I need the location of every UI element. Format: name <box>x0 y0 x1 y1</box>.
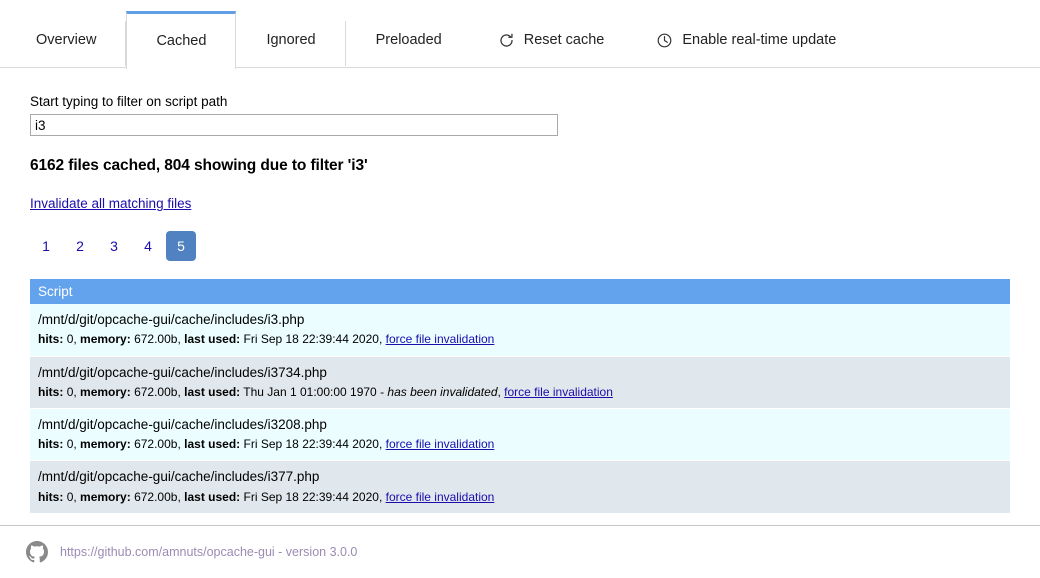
page-link-5[interactable]: 5 <box>166 231 196 262</box>
tab-enable-realtime-update-label: Enable real-time update <box>682 32 837 49</box>
script-meta: hits: 0, memory: 672.00b, last used: Fri… <box>38 437 495 452</box>
hits-value: 0 <box>66 384 74 399</box>
tab-ignored[interactable]: Ignored <box>236 13 346 68</box>
script-path: /mnt/d/git/opcache-gui/cache/includes/i3… <box>38 364 327 380</box>
tab-reset-cache[interactable]: Reset cache <box>472 13 631 68</box>
last-used-value: Fri Sep 18 22:39:44 2020 <box>243 332 379 347</box>
tab-cached-label: Cached <box>156 33 207 50</box>
tab-overview-label: Overview <box>36 32 97 49</box>
script-meta: hits: 0, memory: 672.00b, last used: Fri… <box>38 332 495 347</box>
invalidate-all-matching-files-link[interactable]: Invalidate all matching files <box>30 196 191 211</box>
memory-label: memory: <box>80 437 131 452</box>
last-used-value: Fri Sep 18 22:39:44 2020 <box>243 489 379 504</box>
table-row[interactable]: /mnt/d/git/opcache-gui/cache/includes/i3… <box>30 409 1010 462</box>
script-path-filter-input[interactable] <box>30 114 558 137</box>
script-meta: hits: 0, memory: 672.00b, last used: Thu… <box>38 384 613 399</box>
memory-value: 672.00b <box>134 332 178 347</box>
memory-value: 672.00b <box>134 489 178 504</box>
hits-value: 0 <box>66 437 74 452</box>
pagination: 1 2 3 4 5 <box>30 231 1010 262</box>
script-path: /mnt/d/git/opcache-gui/cache/includes/i3… <box>38 312 305 328</box>
page-link-1[interactable]: 1 <box>30 231 62 261</box>
force-file-invalidation-link[interactable]: force file invalidation <box>386 437 495 451</box>
page-link-3[interactable]: 3 <box>98 231 130 261</box>
page-link-4[interactable]: 4 <box>132 231 164 261</box>
memory-label: memory: <box>80 332 131 347</box>
invalidated-note: has been invalidated <box>387 384 498 399</box>
memory-value: 672.00b <box>134 384 178 399</box>
memory-label: memory: <box>80 384 131 399</box>
clock-icon <box>656 32 673 49</box>
last-used-value: Thu Jan 1 01:00:00 1970 <box>243 384 377 399</box>
force-file-invalidation-link[interactable]: force file invalidation <box>386 332 495 346</box>
tab-cached[interactable]: Cached <box>126 11 237 69</box>
hits-value: 0 <box>66 332 74 347</box>
tab-bar: Overview Cached Ignored Preloaded Reset … <box>0 0 1040 69</box>
memory-value: 672.00b <box>134 437 178 452</box>
github-icon <box>26 541 48 563</box>
hits-label: hits: <box>38 332 64 347</box>
main-content: Start typing to filter on script path 61… <box>0 68 1040 514</box>
table-row[interactable]: /mnt/d/git/opcache-gui/cache/includes/i3… <box>30 304 1010 357</box>
tab-overview[interactable]: Overview <box>0 13 127 68</box>
last-used-label: last used: <box>184 384 241 399</box>
last-used-label: last used: <box>184 489 241 504</box>
hits-label: hits: <box>38 437 64 452</box>
footer-project-link[interactable]: https://github.com/amnuts/opcache-gui - … <box>60 545 357 559</box>
last-used-label: last used: <box>184 437 241 452</box>
tab-ignored-label: Ignored <box>266 32 316 49</box>
tab-enable-realtime-update[interactable]: Enable real-time update <box>630 13 862 68</box>
hits-label: hits: <box>38 384 64 399</box>
hits-label: hits: <box>38 489 64 504</box>
hits-value: 0 <box>66 489 74 504</box>
filter-label: Start typing to filter on script path <box>30 94 228 109</box>
script-path: /mnt/d/git/opcache-gui/cache/includes/i3… <box>38 417 327 432</box>
tab-reset-cache-label: Reset cache <box>523 32 605 49</box>
script-path: /mnt/d/git/opcache-gui/cache/includes/i3… <box>38 469 320 485</box>
refresh-icon <box>498 32 515 49</box>
cache-summary: 6162 files cached, 804 showing due to fi… <box>30 157 368 175</box>
script-meta: hits: 0, memory: 672.00b, last used: Fri… <box>38 489 495 504</box>
force-file-invalidation-link[interactable]: force file invalidation <box>504 385 613 399</box>
cached-scripts-table: Script /mnt/d/git/opcache-gui/cache/incl… <box>30 279 1010 514</box>
footer: https://github.com/amnuts/opcache-gui - … <box>0 526 1040 578</box>
tab-preloaded-label: Preloaded <box>375 32 442 49</box>
force-file-invalidation-link[interactable]: force file invalidation <box>386 490 495 504</box>
table-row[interactable]: /mnt/d/git/opcache-gui/cache/includes/i3… <box>30 356 1010 409</box>
table-column-header-script: Script <box>30 279 1010 305</box>
memory-label: memory: <box>80 489 131 504</box>
last-used-value: Fri Sep 18 22:39:44 2020 <box>243 437 379 452</box>
last-used-label: last used: <box>184 332 241 347</box>
table-row[interactable]: /mnt/d/git/opcache-gui/cache/includes/i3… <box>30 461 1010 514</box>
page-link-2[interactable]: 2 <box>64 231 96 261</box>
tab-preloaded[interactable]: Preloaded <box>346 13 472 68</box>
